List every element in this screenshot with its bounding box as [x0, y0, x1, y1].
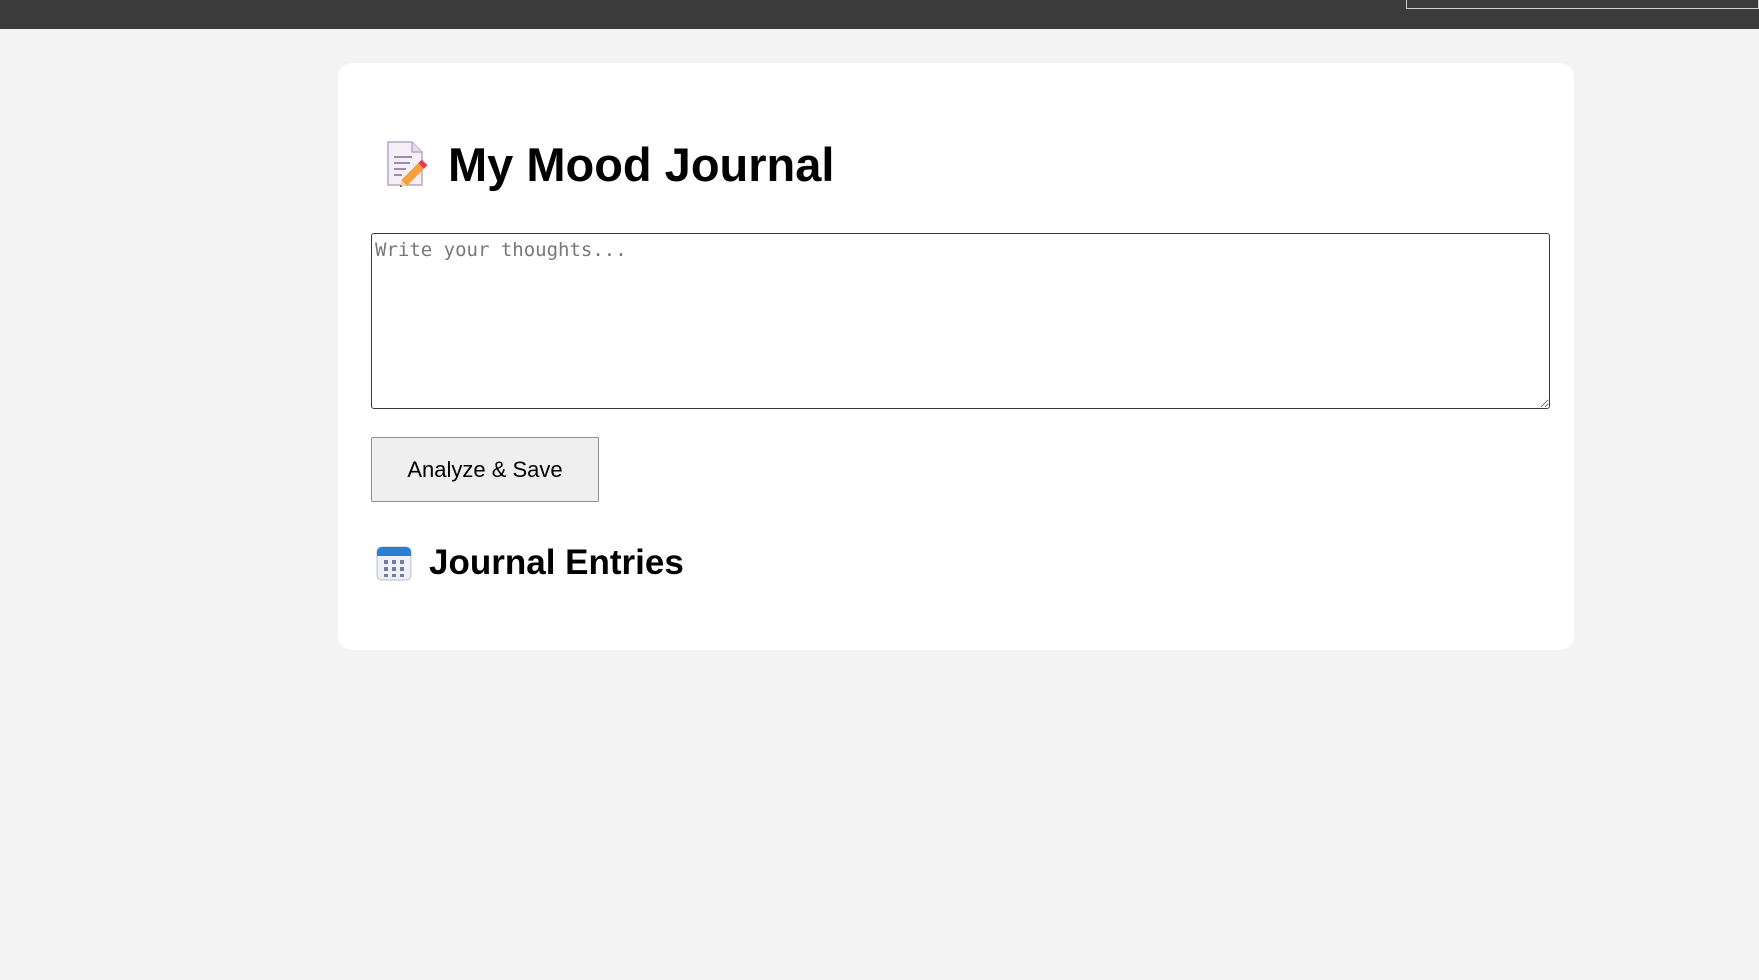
top-bar-panel: [1406, 0, 1759, 9]
journal-entry-input[interactable]: [371, 233, 1550, 409]
page-title-row: My Mood Journal: [382, 137, 834, 191]
journal-entries-heading-row: Journal Entries: [375, 540, 684, 586]
calendar-icon: [375, 544, 413, 582]
browser-top-bar: [0, 0, 1759, 29]
page-title: My Mood Journal: [448, 137, 835, 191]
journal-entries-heading: Journal Entries: [429, 543, 684, 582]
analyze-save-button[interactable]: Analyze & Save: [371, 437, 599, 502]
memo-pencil-icon: [382, 139, 430, 189]
journal-card: My Mood Journal Analyze & Save: [338, 63, 1574, 650]
